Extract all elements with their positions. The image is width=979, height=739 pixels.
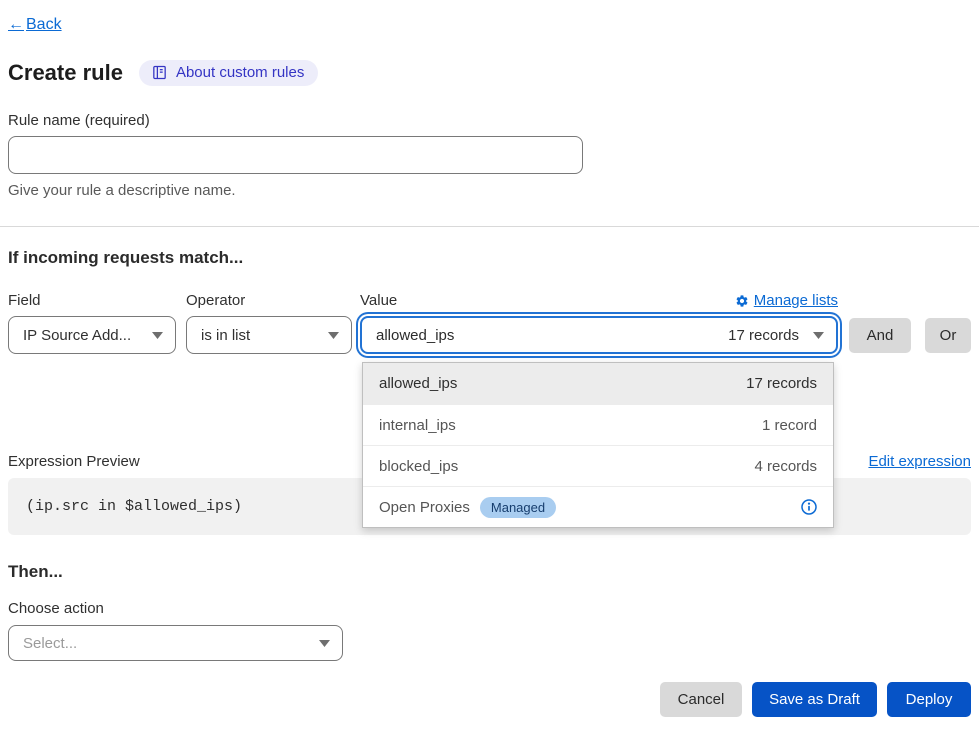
deploy-button[interactable]: Deploy [887, 682, 971, 717]
match-section-heading: If incoming requests match... [8, 248, 971, 268]
list-item-open-proxies[interactable]: Open Proxies Managed [363, 486, 833, 527]
value-select-count: 17 records [728, 327, 799, 344]
about-custom-rules-label: About custom rules [176, 64, 304, 81]
operator-label: Operator [186, 292, 360, 309]
rule-name-label: Rule name (required) [8, 112, 971, 129]
edit-expression-link[interactable]: Edit expression [868, 453, 971, 470]
field-select-value: IP Source Add... [23, 327, 131, 344]
expression-preview-label: Expression Preview [8, 453, 140, 470]
page-header: Create rule About custom rules [8, 60, 971, 86]
list-item-name: allowed_ips [379, 375, 457, 392]
list-item-internal-ips[interactable]: internal_ips 1 record [363, 404, 833, 445]
gear-icon [735, 294, 749, 308]
list-item-count: 4 records [754, 458, 817, 475]
manage-lists-label: Manage lists [754, 292, 838, 309]
back-label: Back [26, 16, 62, 34]
save-as-draft-button[interactable]: Save as Draft [752, 682, 877, 717]
field-label: Field [8, 292, 186, 309]
rule-name-input[interactable] [8, 136, 583, 174]
rule-name-helper: Give your rule a descriptive name. [8, 182, 971, 199]
action-select[interactable]: Select... [8, 625, 343, 661]
operator-select[interactable]: is in list [186, 316, 352, 354]
list-item-count: 1 record [762, 417, 817, 434]
list-item-count: 17 records [746, 375, 817, 392]
cancel-button[interactable]: Cancel [660, 682, 742, 717]
book-icon [151, 64, 168, 81]
operator-select-value: is in list [201, 327, 250, 344]
chevron-down-icon [813, 332, 824, 339]
and-button[interactable]: And [849, 318, 911, 353]
field-select[interactable]: IP Source Add... [8, 316, 176, 354]
chevron-down-icon [152, 332, 163, 339]
list-item-name: Open Proxies [379, 499, 470, 516]
or-button[interactable]: Or [925, 318, 971, 353]
page-title: Create rule [8, 60, 123, 86]
value-select-name: allowed_ips [376, 327, 454, 344]
section-divider [0, 226, 979, 227]
then-section-heading: Then... [8, 562, 971, 582]
match-controls-row: IP Source Add... is in list allowed_ips … [8, 316, 971, 354]
expression-code: (ip.src in $allowed_ips) [26, 498, 242, 515]
info-icon[interactable] [801, 499, 817, 515]
manage-lists-link[interactable]: Manage lists [735, 292, 838, 309]
value-dropdown-panel: allowed_ips 17 records internal_ips 1 re… [362, 362, 834, 528]
about-custom-rules-link[interactable]: About custom rules [139, 60, 318, 86]
list-item-name: blocked_ips [379, 458, 458, 475]
chevron-down-icon [328, 332, 339, 339]
list-item-name: internal_ips [379, 417, 456, 434]
value-select-wrapper: allowed_ips 17 records allowed_ips 17 re… [360, 316, 838, 354]
action-select-placeholder: Select... [23, 635, 77, 652]
back-link[interactable]: ←Back [8, 16, 62, 34]
match-labels-row: Field Operator Value Manage lists [8, 292, 971, 309]
choose-action-label: Choose action [8, 600, 971, 617]
list-item-blocked-ips[interactable]: blocked_ips 4 records [363, 445, 833, 486]
chevron-down-icon [319, 640, 330, 647]
footer-actions: Cancel Save as Draft Deploy [8, 682, 971, 717]
list-item-allowed-ips[interactable]: allowed_ips 17 records [363, 363, 833, 404]
back-arrow-icon: ← [8, 16, 24, 34]
managed-badge: Managed [480, 497, 556, 518]
value-label: Value [360, 292, 397, 309]
value-select[interactable]: allowed_ips 17 records [360, 316, 838, 354]
